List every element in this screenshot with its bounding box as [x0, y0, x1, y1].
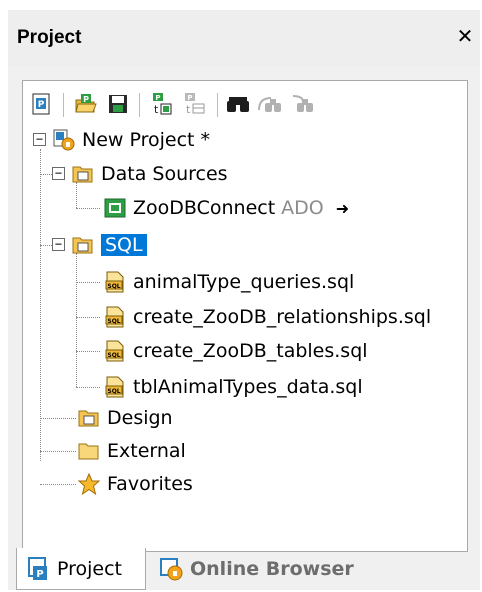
tree-node-data-sources[interactable]: Data Sources [71, 159, 228, 189]
tab-project[interactable]: P Project [16, 548, 146, 590]
svg-text:SQL: SQL [107, 283, 120, 290]
online-browser-icon [160, 558, 183, 581]
tree-line [76, 317, 100, 318]
tree-label: create_ZooDB_relationships.sql [133, 306, 432, 328]
svg-text:P: P [36, 569, 43, 580]
tree-line [40, 451, 76, 452]
tree-line [76, 387, 100, 388]
panel-title: Project [17, 27, 82, 48]
tree-line [40, 418, 76, 419]
tree-line [76, 253, 77, 387]
panel-tabs: P Project Online Browser [8, 548, 480, 590]
tab-label: Online Browser [190, 558, 354, 580]
sql-file-icon: SQL [103, 270, 127, 294]
add-data-source-button[interactable]: P t [149, 91, 175, 117]
folder-icon [71, 233, 95, 257]
svg-text:t: t [186, 103, 191, 116]
save-project-button[interactable] [105, 91, 131, 117]
svg-text:P: P [187, 94, 192, 102]
tree-label: animalType_queries.sql [133, 271, 355, 293]
open-project-button[interactable]: P [73, 91, 99, 117]
tree-node-project[interactable]: New Project * [52, 125, 210, 155]
find-next-button[interactable] [257, 91, 283, 117]
tree-node-external[interactable]: External [77, 436, 186, 466]
project-tab-icon: P [28, 556, 47, 580]
find-next-icon [258, 97, 281, 112]
tree-label: tblAnimalTypes_data.sql [133, 376, 363, 398]
close-icon[interactable]: ✕ [454, 25, 476, 47]
tree-node-sql-file[interactable]: SQL animalType_queries.sql [103, 267, 354, 297]
tree-label: SQL [101, 234, 147, 256]
tab-online-browser[interactable]: Online Browser [150, 548, 370, 590]
svg-text:SQL: SQL [107, 318, 120, 325]
svg-text:SQL: SQL [107, 352, 120, 359]
tree-label: ZooDBConnect [133, 197, 276, 219]
tree-node-favorites[interactable]: Favorites [77, 469, 193, 499]
find-button[interactable] [225, 91, 251, 117]
collapse-icon[interactable]: − [52, 238, 65, 251]
svg-text:P: P [83, 95, 89, 104]
toolbar-separator [139, 93, 140, 117]
tab-label: Project [57, 557, 123, 580]
project-icon [52, 128, 76, 152]
connection-type: ADO [281, 197, 324, 219]
add-data-source-icon: P t [153, 93, 172, 116]
tree-label: Favorites [107, 473, 193, 495]
db-connection-icon [103, 196, 127, 220]
arrow-right-icon: ➜ [335, 198, 350, 218]
tree-line [76, 208, 100, 209]
tree-node-connection[interactable]: ZooDBConnect ADO ➜ [103, 193, 349, 223]
sql-file-icon: SQL [103, 375, 127, 399]
collapse-icon[interactable]: − [33, 133, 46, 146]
tree-line [76, 351, 100, 352]
tree-label: create_ZooDB_tables.sql [133, 340, 368, 362]
panel-content: P P P t P t − − − New Project * Data Sou… [22, 80, 468, 552]
star-icon [77, 472, 101, 496]
tree-node-sql-file[interactable]: SQL create_ZooDB_tables.sql [103, 336, 368, 366]
save-project-icon [109, 95, 127, 113]
project-toolbar: P P P t P t [27, 87, 463, 125]
folder-icon [71, 162, 95, 186]
svg-text:P: P [38, 100, 45, 110]
add-folder-icon: P t [185, 93, 205, 116]
tree-line [40, 149, 41, 461]
toolbar-separator [63, 93, 64, 117]
add-folder-button[interactable]: P t [181, 91, 207, 117]
collapse-icon[interactable]: − [52, 167, 65, 180]
tree-label: Design [107, 407, 173, 429]
tree-label: Data Sources [101, 163, 228, 185]
find-previous-button[interactable] [289, 91, 315, 117]
panel-titlebar: Project ✕ [8, 10, 480, 66]
project-tree: − − − New Project * Data Sources ZooDBCo… [23, 125, 467, 545]
toolbar-separator [217, 93, 218, 117]
new-project-button[interactable]: P [29, 91, 55, 117]
binoculars-icon [227, 97, 249, 112]
svg-text:P: P [155, 94, 160, 102]
sql-file-icon: SQL [103, 339, 127, 363]
tree-line [76, 282, 100, 283]
tree-label: New Project * [82, 129, 211, 151]
folder-icon [77, 439, 101, 463]
tree-label: External [107, 440, 186, 462]
tree-node-design[interactable]: Design [77, 403, 173, 433]
tree-node-sql[interactable]: SQL [71, 230, 147, 260]
tree-node-sql-file[interactable]: SQL tblAnimalTypes_data.sql [103, 372, 363, 402]
tree-node-sql-file[interactable]: SQL create_ZooDB_relationships.sql [103, 302, 431, 332]
tree-line [40, 484, 76, 485]
open-project-icon: P [75, 94, 97, 113]
find-previous-icon [292, 95, 313, 112]
project-panel: Project ✕ P P P t P t − − − New Project … [8, 10, 480, 590]
new-project-icon: P [32, 93, 50, 115]
sql-file-icon: SQL [103, 305, 127, 329]
folder-icon [77, 406, 101, 430]
svg-text:t: t [154, 103, 159, 116]
svg-text:SQL: SQL [107, 388, 120, 395]
